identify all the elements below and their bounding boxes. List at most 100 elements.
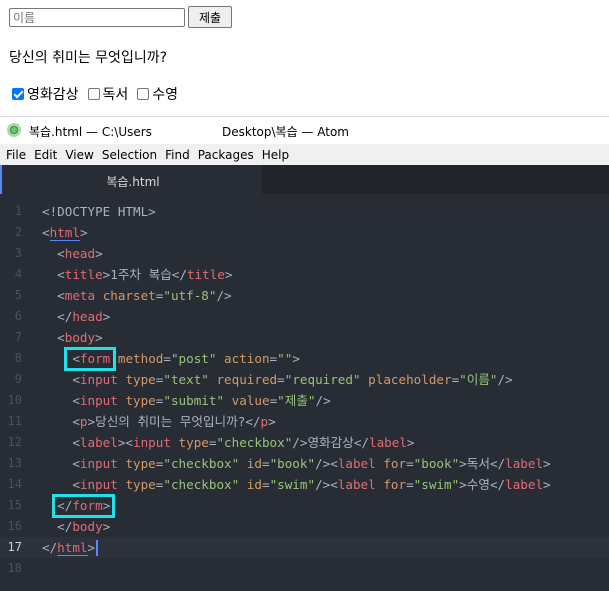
code-token: title bbox=[186, 267, 225, 282]
menu-file[interactable]: File bbox=[2, 148, 30, 162]
code-token: > bbox=[406, 435, 415, 450]
code-line[interactable]: 3 <head> bbox=[0, 243, 609, 264]
hobby-checkbox-group: 영화감상 독서 수영 bbox=[9, 84, 184, 104]
code-token: label bbox=[505, 456, 544, 471]
code-text: <html> bbox=[42, 222, 88, 243]
code-token: type bbox=[125, 477, 156, 492]
line-number: 8 bbox=[14, 351, 22, 365]
code-token: "이름" bbox=[459, 372, 498, 387]
code-line[interactable]: 1 <!DOCTYPE HTML> bbox=[0, 201, 609, 222]
menu-packages[interactable]: Packages bbox=[194, 148, 258, 162]
code-token: value bbox=[231, 393, 270, 408]
checkbox-movie[interactable] bbox=[12, 88, 24, 100]
code-token: > bbox=[102, 309, 111, 324]
code-line[interactable]: 6 </head> bbox=[0, 306, 609, 327]
line-number: 16 bbox=[7, 519, 22, 533]
code-token: type bbox=[125, 456, 156, 471]
code-line[interactable]: 7 <body> bbox=[0, 327, 609, 348]
line-number: 13 bbox=[7, 456, 22, 470]
line-number: 4 bbox=[14, 267, 22, 281]
code-text: <input type="submit" value="제출"/> bbox=[42, 390, 330, 411]
code-token: "checkbox" bbox=[216, 435, 293, 450]
code-line[interactable]: 13 <input type="checkbox" id="book"/><la… bbox=[0, 453, 609, 474]
name-input[interactable] bbox=[9, 8, 185, 27]
code-token: "swim" bbox=[269, 477, 316, 492]
code-token: id bbox=[246, 456, 262, 471]
code-line[interactable]: 9 <input type="text" required="required"… bbox=[0, 369, 609, 390]
menu-edit[interactable]: Edit bbox=[30, 148, 61, 162]
code-token: > bbox=[543, 477, 551, 492]
code-token: 독서 bbox=[466, 456, 490, 471]
menu-selection[interactable]: Selection bbox=[98, 148, 161, 162]
code-token: > bbox=[87, 540, 96, 555]
window-titlebar[interactable]: 복습.html — C:\Users Desktop\복습 — Atom bbox=[0, 116, 609, 144]
code-line[interactable]: 12 <label><input type="checkbox"/>영화감상</… bbox=[0, 432, 609, 453]
tab-file[interactable]: 복습.html bbox=[0, 165, 262, 194]
code-token: </ bbox=[42, 540, 58, 555]
code-text: <input type="checkbox" id="swim"/><label… bbox=[42, 474, 551, 495]
code-line[interactable]: 14 <input type="checkbox" id="swim"/><la… bbox=[0, 474, 609, 495]
tab-bar: 복습.html bbox=[0, 165, 609, 194]
code-token: = bbox=[261, 477, 270, 492]
code-token: = bbox=[261, 456, 270, 471]
code-token: < bbox=[42, 246, 65, 261]
checkbox-swim[interactable] bbox=[137, 88, 150, 100]
code-token: type bbox=[125, 393, 156, 408]
code-line[interactable]: 5 <meta charset="utf-8"/> bbox=[0, 285, 609, 306]
code-token: 영화감상 bbox=[307, 435, 354, 450]
window-title-path: 복습.html — C:\Users bbox=[29, 125, 152, 139]
form-tag-highlight bbox=[64, 347, 116, 371]
code-token: </ bbox=[489, 477, 506, 492]
form-tag-highlight bbox=[52, 494, 115, 518]
code-token: > bbox=[268, 414, 276, 429]
code-line[interactable]: 11 <p>당신의 취미는 무엇입니까?</p> bbox=[0, 411, 609, 432]
code-line[interactable]: 10 <input type="submit" value="제출"/> bbox=[0, 390, 609, 411]
code-line[interactable]: 4 <title>1주차 복습</title> bbox=[0, 264, 609, 285]
code-editor[interactable]: 1 <!DOCTYPE HTML> 2 <html> 3 <head> 4 <title>… bbox=[0, 194, 609, 591]
code-token: /> bbox=[216, 288, 232, 303]
checkbox-book[interactable] bbox=[87, 88, 100, 100]
menu-help[interactable]: Help bbox=[258, 148, 293, 162]
code-token: input bbox=[79, 456, 118, 471]
code-line[interactable]: 2 <html> bbox=[0, 222, 609, 243]
code-token: for bbox=[383, 456, 407, 471]
code-token: < bbox=[42, 393, 80, 408]
code-token: < bbox=[42, 414, 80, 429]
code-token: </ bbox=[42, 309, 73, 324]
line-number: 9 bbox=[14, 372, 22, 386]
code-token: > bbox=[95, 330, 103, 345]
code-text: <head> bbox=[42, 243, 103, 264]
code-token: type bbox=[125, 372, 156, 387]
checkbox-book-label[interactable]: 독서 bbox=[103, 84, 129, 104]
checkbox-swim-label[interactable]: 수영 bbox=[152, 84, 178, 104]
menu-view[interactable]: View bbox=[61, 148, 97, 162]
line-number: 2 bbox=[14, 225, 22, 239]
code-token: p bbox=[260, 414, 269, 429]
code-token: = bbox=[277, 372, 285, 387]
code-token: head bbox=[64, 246, 96, 261]
code-token: </ bbox=[489, 456, 506, 471]
line-number: 3 bbox=[14, 246, 22, 260]
code-token: input bbox=[79, 372, 118, 387]
code-text: </head> bbox=[42, 306, 110, 327]
code-token: >< bbox=[117, 435, 134, 450]
menu-find[interactable]: Find bbox=[161, 148, 194, 162]
submit-button[interactable]: 제출 bbox=[188, 6, 232, 28]
code-token: "submit" bbox=[163, 393, 225, 408]
menu-bar: File Edit View Selection Find Packages H… bbox=[0, 144, 609, 165]
code-line[interactable]: 17 </html> bbox=[0, 537, 609, 558]
code-line[interactable]: 18 bbox=[0, 558, 609, 579]
code-token: label bbox=[337, 456, 376, 471]
code-token: < bbox=[42, 267, 65, 282]
code-text: <input type="text" required="required" p… bbox=[42, 369, 512, 390]
line-number: 5 bbox=[14, 288, 22, 302]
code-text: </body> bbox=[42, 516, 110, 537]
code-token: placeholder bbox=[368, 372, 452, 387]
checkbox-movie-label[interactable]: 영화감상 bbox=[27, 84, 79, 104]
code-token: > bbox=[459, 456, 467, 471]
code-text: </html> bbox=[42, 537, 95, 558]
code-line[interactable]: 16 </body> bbox=[0, 516, 609, 537]
